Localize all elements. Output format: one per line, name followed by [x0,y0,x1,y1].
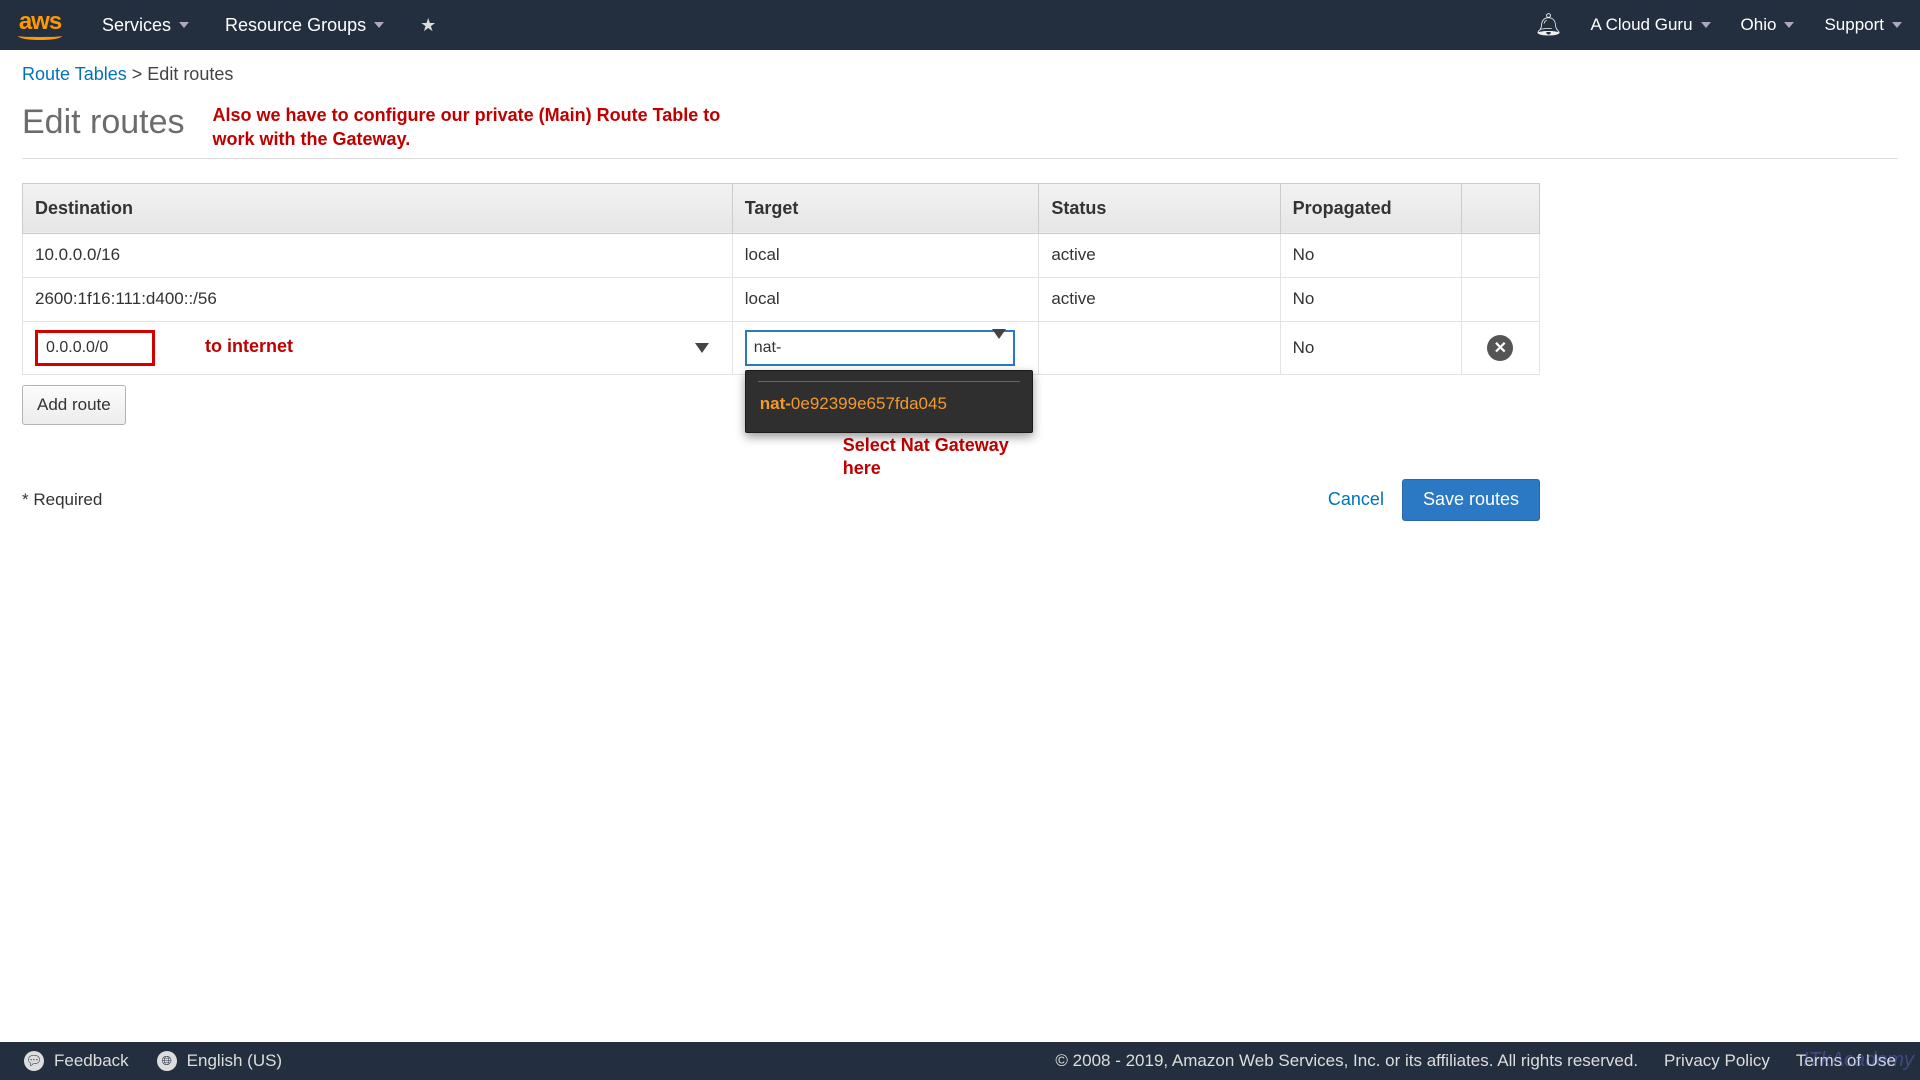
chevron-down-icon [992,339,1006,357]
feedback-label: Feedback [54,1051,129,1071]
breadcrumb: Route Tables > Edit routes [22,64,1898,85]
cell-remove [1461,277,1539,321]
page-title: Edit routes [22,103,185,142]
chevron-down-icon [1784,22,1794,28]
title-row: Edit routes Also we have to configure ou… [22,103,1898,159]
nav-support[interactable]: Support [1824,15,1902,35]
globe-icon: 🌐︎ [157,1051,177,1071]
cell-propagated: No [1280,277,1461,321]
chevron-down-icon [1701,22,1711,28]
language-label: English (US) [187,1051,282,1071]
annotation-title-note: Also we have to configure our private (M… [213,103,733,152]
action-row: * Required Cancel Save routes [22,479,1540,521]
pin-icon[interactable]: ★ [420,15,436,36]
cell-destination: 2600:1f16:111:d400::/56 [23,277,733,321]
target-combobox-value: nat- [754,339,782,357]
target-dropdown-option-nat[interactable]: nat-0e92399e657fda045 [754,390,1024,424]
breadcrumb-parent-link[interactable]: Route Tables [22,64,127,84]
nav-region-label: Ohio [1741,15,1777,35]
breadcrumb-current: Edit routes [147,64,233,84]
save-routes-button[interactable]: Save routes [1402,479,1540,521]
aws-logo-text: aws [19,10,61,34]
cell-destination-editable: to internet [23,321,733,374]
terms-of-use-link[interactable]: Terms of Use [1796,1051,1896,1071]
th-destination: Destination [23,183,733,233]
required-label: * Required [22,490,102,510]
th-propagated: Propagated [1280,183,1461,233]
destination-input[interactable] [35,330,155,366]
footer-copyright: © 2008 - 2019, Amazon Web Services, Inc.… [1055,1051,1638,1071]
chevron-down-icon [695,343,709,353]
footer: 💬︎ Feedback 🌐︎ English (US) © 2008 - 201… [0,1042,1920,1080]
dropdown-option-rest: 0e92399e657fda045 [791,394,947,413]
cell-propagated: No [1280,321,1461,374]
annotation-to-internet: to internet [205,336,293,357]
chevron-down-icon [1892,22,1902,28]
cell-remove: ✕ [1461,321,1539,374]
dropdown-search-underline [758,381,1020,382]
feedback-link[interactable]: 💬︎ Feedback [24,1051,129,1071]
nav-region[interactable]: Ohio [1741,15,1795,35]
add-route-button[interactable]: Add route [22,385,126,425]
th-status: Status [1039,183,1280,233]
table-row: 10.0.0.0/16 local active No [23,233,1540,277]
cell-target: local [732,233,1039,277]
cell-status: active [1039,277,1280,321]
page-body: Route Tables > Edit routes Edit routes A… [0,50,1920,521]
language-selector[interactable]: 🌐︎ English (US) [157,1051,282,1071]
cancel-button[interactable]: Cancel [1328,489,1384,510]
aws-smile-icon [18,32,62,40]
dropdown-option-match: nat- [760,394,791,413]
breadcrumb-separator: > [132,64,143,84]
chevron-down-icon [374,22,384,28]
cell-status: active [1039,233,1280,277]
cell-target: local [732,277,1039,321]
nav-account-label: A Cloud Guru [1590,15,1692,35]
table-row-editable: to internet nat- n [23,321,1540,374]
remove-route-button[interactable]: ✕ [1487,335,1513,361]
th-target: Target [732,183,1039,233]
notifications-bell-icon[interactable]: 🔔︎ [1535,12,1563,38]
nav-resource-groups-label: Resource Groups [225,15,366,36]
th-remove [1461,183,1539,233]
routes-table: Destination Target Status Propagated 10.… [22,183,1540,375]
target-dropdown: nat-0e92399e657fda045 [745,370,1033,433]
cell-target-editable: nat- nat-0e92399e657fda045 ➤ Select Nat … [732,321,1039,374]
privacy-policy-link[interactable]: Privacy Policy [1664,1051,1770,1071]
speech-bubble-icon: 💬︎ [24,1051,44,1071]
nav-support-label: Support [1824,15,1884,35]
annotation-select-nat: Select Nat Gateway here [843,434,1013,481]
top-nav: aws Services Resource Groups ★ 🔔︎ A Clou… [0,0,1920,50]
aws-logo[interactable]: aws [18,10,62,40]
cell-remove [1461,233,1539,277]
cell-propagated: No [1280,233,1461,277]
nav-services-label: Services [102,15,171,36]
nav-account[interactable]: A Cloud Guru [1590,15,1710,35]
nav-services[interactable]: Services [102,15,189,36]
table-row: 2600:1f16:111:d400::/56 local active No [23,277,1540,321]
nav-resource-groups[interactable]: Resource Groups [225,15,384,36]
cell-destination: 10.0.0.0/16 [23,233,733,277]
chevron-down-icon [179,22,189,28]
cell-status [1039,321,1280,374]
target-combobox[interactable]: nat- [745,330,1015,366]
destination-dropdown-toggle[interactable] [689,335,715,361]
